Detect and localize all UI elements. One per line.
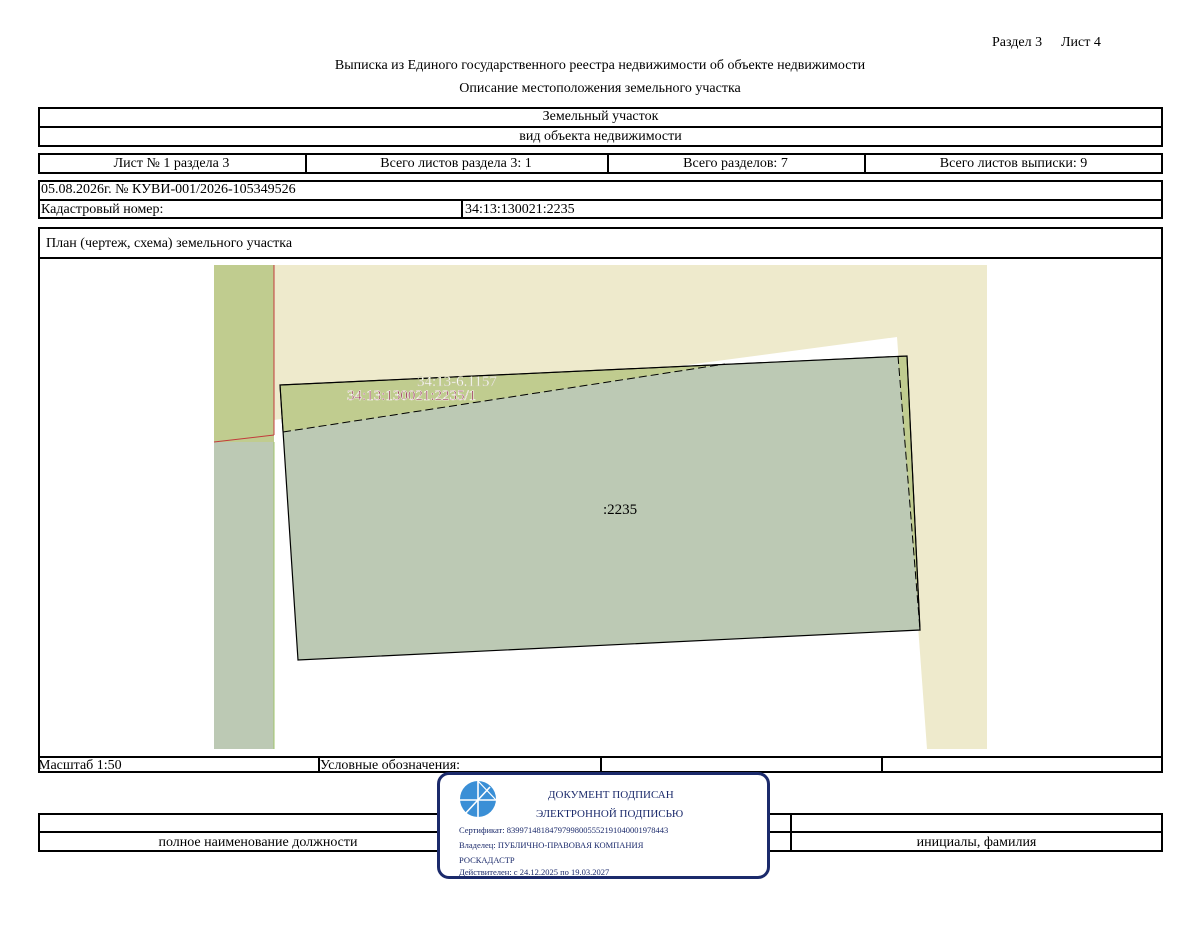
- plan-title: План (чертеж, схема) земельного участка: [46, 236, 293, 251]
- name-caption: инициалы, фамилия: [916, 835, 1037, 850]
- part-label: 34:13:130021:2235/1: [347, 388, 476, 404]
- total-sections-cell: Всего разделов: 7: [683, 156, 788, 171]
- scale-label: Масштаб 1:50: [38, 758, 122, 773]
- stamp-line1: ДОКУМЕНТ ПОДПИСАН: [548, 789, 674, 801]
- date-number: 05.08.2026г. № КУВИ-001/2026-105349526: [41, 182, 296, 197]
- object-type-value: Земельный участок: [542, 109, 659, 124]
- stamp-owner2: РОСКАДАСТР: [459, 855, 515, 865]
- stamp-valid: Действителен: с 24.12.2025 по 19.03.2027: [459, 867, 610, 877]
- green-strip: [214, 265, 274, 442]
- section-number: Раздел 3: [992, 35, 1043, 50]
- electronic-signature-stamp: ДОКУМЕНТ ПОДПИСАН ЭЛЕКТРОННОЙ ПОДПИСЬЮ С…: [437, 772, 770, 879]
- document-subtitle: Описание местоположения земельного участ…: [459, 81, 741, 96]
- roskadastr-logo-icon: [460, 780, 497, 817]
- legend-label: Условные обозначения:: [320, 758, 461, 773]
- stamp-line2: ЭЛЕКТРОННОЙ ПОДПИСЬЮ: [536, 808, 684, 820]
- cadastral-value: 34:13:130021:2235: [465, 202, 575, 217]
- plan-drawing: 34:13-6.1157 34:13:130021:2235/1 :2235: [213, 265, 987, 749]
- sheet-no-cell: Лист № 1 раздела 3: [113, 156, 230, 171]
- stamp-owner1: Владелец: ПУБЛИЧНО-ПРАВОВАЯ КОМПАНИЯ: [459, 840, 644, 850]
- total-section-sheets-cell: Всего листов раздела 3: 1: [380, 156, 532, 171]
- cadastral-label: Кадастровый номер:: [41, 202, 164, 217]
- sheet-number: Лист 4: [1061, 35, 1101, 50]
- object-type-caption: вид объекта недвижимости: [519, 129, 682, 144]
- position-caption: полное наименование должности: [158, 835, 358, 850]
- gray-strip: [214, 442, 274, 749]
- parcel-label: :2235: [603, 502, 637, 518]
- document-title: Выписка из Единого государственного реес…: [334, 58, 866, 73]
- total-extract-sheets-cell: Всего листов выписки: 9: [939, 156, 1088, 171]
- stamp-certificate: Сертификат: 8399714818479799800555219104…: [459, 825, 669, 835]
